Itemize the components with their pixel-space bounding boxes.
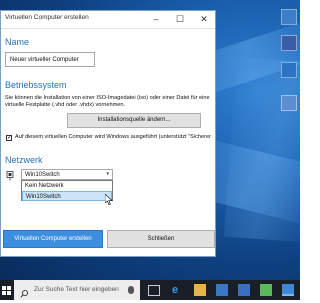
network-select[interactable]: Win10Switch ▾ [21,169,113,180]
name-heading: Name [5,37,30,47]
os-description-line2: virtuelle Festplatte (.vhd oder .vhdx) v… [5,102,126,108]
network-select-value: Win10Switch [25,172,60,178]
network-option[interactable]: Kein Netzwerk [22,181,112,191]
create-vm-button[interactable]: Virtuellen Computer erstellen [3,230,103,248]
network-option[interactable]: Win10Switch [22,191,112,201]
search-placeholder: Zur Suche Text hier eingeben [34,286,119,293]
windows-checkbox[interactable]: ✓ [6,135,12,141]
taskbar-search[interactable]: Zur Suche Text hier eingeben [14,280,140,300]
minimize-icon[interactable]: – [145,12,167,26]
start-windows-icon[interactable] [1,283,12,297]
os-heading: Betriebssystem [5,80,67,90]
close-icon[interactable]: ✕ [193,12,215,26]
desktop-icon[interactable] [281,62,297,78]
store-icon[interactable] [216,284,228,296]
edge-icon[interactable]: e [172,284,184,296]
name-field[interactable]: Neuer virtueller Computer [5,52,95,67]
window-title: Virtuellen Computer erstellen [5,14,89,21]
desktop-icon[interactable] [281,9,297,25]
app-icon[interactable] [260,284,272,296]
desktop-icon[interactable] [281,35,297,51]
name-field-value: Neuer virtueller Computer [10,56,79,63]
chevron-down-icon[interactable]: ▾ [106,171,109,177]
create-vm-dialog: Virtuellen Computer erstellen – ☐ ✕ Name… [0,10,216,257]
network-adapter-icon [6,168,14,181]
task-view-icon[interactable] [148,285,160,296]
light-beam [223,57,300,243]
title-bar[interactable]: Virtuellen Computer erstellen – ☐ ✕ [1,11,215,29]
taskbar: Zur Suche Text hier eingeben e [0,280,300,300]
hyper-v-manager-icon[interactable] [282,284,294,296]
network-options-list: Kein Netzwerk Win10Switch [21,180,113,201]
desktop-icon[interactable] [281,95,297,111]
windows-checkbox-label: Auf diesem virtuellen Computer wird Wind… [15,134,213,140]
change-install-source-button[interactable]: Installationsquelle ändern... [67,113,201,128]
file-explorer-icon[interactable] [194,284,206,296]
network-heading: Netzwerk [5,155,43,165]
close-button[interactable]: Schließen [107,230,215,248]
maximize-icon[interactable]: ☐ [169,12,191,26]
microphone-icon[interactable] [128,286,134,294]
search-icon [20,285,29,303]
mail-icon[interactable] [238,284,250,296]
